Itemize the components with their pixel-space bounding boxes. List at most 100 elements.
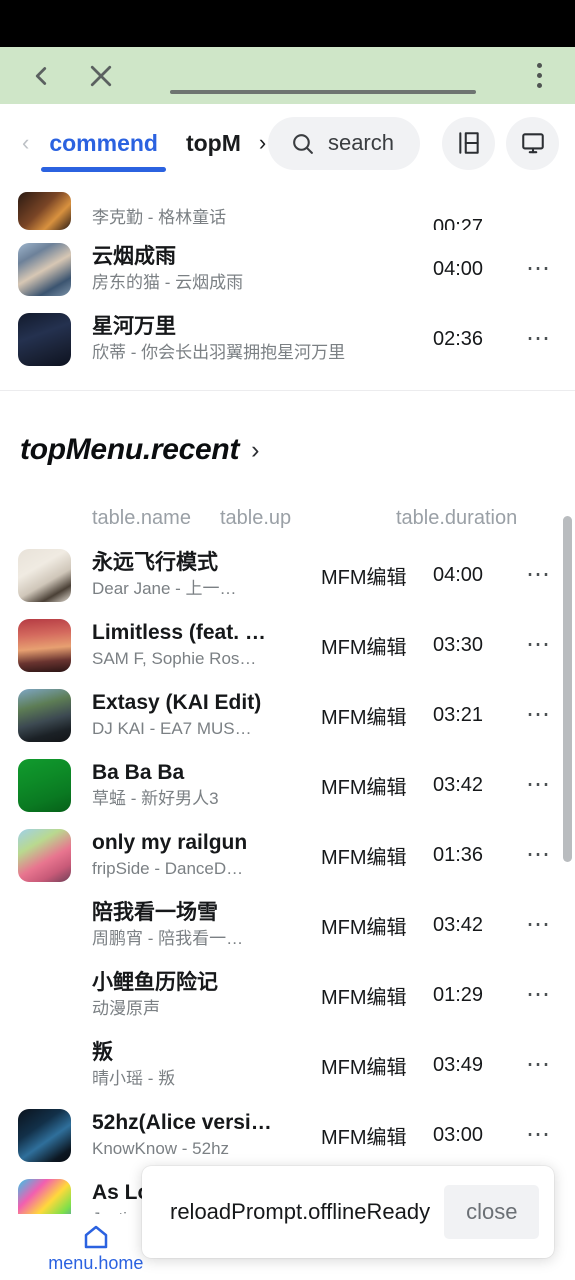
table-row[interactable]: Ba Ba Ba 草蜢 - 新好男人3 MFM编辑 03:42 ⋯ <box>0 750 575 820</box>
album-art <box>18 242 71 296</box>
kebab-dot-icon <box>536 83 542 88</box>
tab-scroll-right-icon[interactable]: › <box>255 130 266 156</box>
recommend-list: 李克勤 - 格林童话 00:27 ⋯ 云烟成雨 房东的猫 - 云烟成雨 04:0… <box>0 182 575 374</box>
row-duration: 03:49 <box>433 1053 484 1076</box>
row-title: 云烟成雨 <box>92 245 176 269</box>
browser-address-bar[interactable] <box>134 49 511 103</box>
row-uploader: MFM编辑 <box>321 706 407 729</box>
panel-layout-button[interactable] <box>442 116 495 170</box>
row-meta: 小鲤鱼历险记 动漫原声 <box>92 969 321 1021</box>
home-icon <box>84 1225 108 1249</box>
tab-recommend[interactable]: commend <box>35 104 172 182</box>
row-duration: 01:36 <box>433 843 484 866</box>
search-icon <box>293 133 313 154</box>
table-row[interactable]: 叛 晴小瑶 - 叛 MFM编辑 03:49 ⋯ <box>0 1030 575 1100</box>
row-title: only my railgun <box>92 831 248 855</box>
row-more-button[interactable]: ⋯ <box>521 633 557 657</box>
row-meta: 陪我看一场雪 周鹏宵 - 陪我看一… <box>92 899 321 951</box>
search-button[interactable]: search <box>267 116 420 170</box>
row-meta: 星河万里 欣蒂 - 你会长出羽翼拥抱星河万里 <box>92 313 433 365</box>
row-duration: 04:00 <box>433 257 484 280</box>
table-row[interactable]: 小鲤鱼历险记 动漫原声 MFM编辑 01:29 ⋯ <box>0 960 575 1030</box>
row-subtitle: 动漫原声 <box>92 998 160 1018</box>
row-uploader: MFM编辑 <box>321 1056 407 1079</box>
row-uploader: MFM编辑 <box>321 846 407 869</box>
row-meta: 52hz(Alice versi… KnowKnow - 52hz <box>92 1109 321 1161</box>
row-more-button[interactable]: ⋯ <box>521 257 557 281</box>
row-more-button[interactable]: ⋯ <box>521 563 557 587</box>
row-meta: Ba Ba Ba 草蜢 - 新好男人3 <box>92 759 321 811</box>
browser-chrome-bar <box>0 47 575 104</box>
row-more-button[interactable]: ⋯ <box>521 843 557 867</box>
address-bar-line <box>169 89 476 94</box>
tab-scroll-left-icon[interactable]: ‹ <box>16 132 35 154</box>
row-duration: 03:00 <box>433 1123 484 1146</box>
row-more-button[interactable]: ⋯ <box>521 1123 557 1147</box>
chevron-right-icon: › <box>251 435 260 464</box>
vertical-scrollbar[interactable] <box>563 516 572 862</box>
row-more-button[interactable]: ⋯ <box>521 1053 557 1077</box>
row-title: 小鲤鱼历险记 <box>92 971 218 995</box>
browser-back-button[interactable] <box>14 49 68 103</box>
row-meta: 云烟成雨 房东的猫 - 云烟成雨 <box>92 243 433 295</box>
table-header-row: table.name table.up table.duration <box>0 467 575 530</box>
table-row[interactable]: 云烟成雨 房东的猫 - 云烟成雨 04:00 ⋯ <box>0 234 575 304</box>
album-art <box>18 969 71 1022</box>
row-more-button[interactable]: ⋯ <box>521 773 557 797</box>
row-title: Ba Ba Ba <box>92 761 185 785</box>
table-row[interactable]: 永远飞行模式 Dear Jane - 上一… MFM编辑 04:00 ⋯ <box>0 540 575 610</box>
row-meta: 永远飞行模式 Dear Jane - 上一… <box>92 549 321 601</box>
row-subtitle: 欣蒂 - 你会长出羽翼拥抱星河万里 <box>92 342 346 362</box>
close-icon <box>90 65 112 86</box>
row-subtitle: SAM F, Sophie Ros… <box>92 648 257 668</box>
row-uploader: MFM编辑 <box>321 986 407 1009</box>
album-art <box>18 312 71 366</box>
row-more-button[interactable]: ⋯ <box>521 327 557 351</box>
panel-layout-icon <box>458 132 479 154</box>
table-row[interactable]: Limitless (feat. … SAM F, Sophie Ros… MF… <box>0 610 575 680</box>
desktop-monitor-icon <box>521 133 544 154</box>
row-uploader: MFM编辑 <box>321 566 407 589</box>
row-duration: 03:42 <box>433 913 484 936</box>
table-row[interactable]: 李克勤 - 格林童话 00:27 ⋯ <box>0 182 575 234</box>
sidebar-item-label: menu.home <box>48 1253 144 1273</box>
table-row[interactable]: only my railgun fripSide - DanceD… MFM编辑… <box>0 820 575 890</box>
browser-menu-button[interactable] <box>517 49 561 103</box>
tab-topmenu[interactable]: topM <box>172 104 255 182</box>
row-more-button[interactable]: ⋯ <box>521 983 557 1007</box>
browser-close-button[interactable] <box>74 49 128 103</box>
chevron-left-icon <box>35 66 47 85</box>
row-duration: 03:30 <box>433 633 484 656</box>
tab-recommend-label: commend <box>49 129 158 156</box>
row-duration: 03:21 <box>433 703 484 726</box>
table-row[interactable]: 52hz(Alice versi… KnowKnow - 52hz MFM编辑 … <box>0 1100 575 1170</box>
row-more-button[interactable]: ⋯ <box>521 913 557 937</box>
album-art <box>18 618 71 672</box>
app-screen: ‹ commend topM › search 李克勤 - 格林童话 00:27… <box>0 0 575 1280</box>
row-uploader: MFM编辑 <box>321 916 407 939</box>
row-title: 52hz(Alice versi… <box>92 1111 272 1135</box>
album-art <box>18 548 71 602</box>
content-scroll-area[interactable]: 李克勤 - 格林童话 00:27 ⋯ 云烟成雨 房东的猫 - 云烟成雨 04:0… <box>0 182 575 1280</box>
recent-section-header[interactable]: topMenu.recent › <box>0 391 575 467</box>
row-meta: Extasy (KAI Edit) DJ KAI - EA7 MUS… <box>92 689 321 741</box>
album-art <box>18 688 71 742</box>
recent-list: 永远飞行模式 Dear Jane - 上一… MFM编辑 04:00 ⋯ Lim… <box>0 540 575 1240</box>
desktop-mode-button[interactable] <box>506 116 559 170</box>
app-tab-bar: ‹ commend topM › search <box>0 104 575 182</box>
row-more-button[interactable]: ⋯ <box>521 703 557 727</box>
row-title: 永远飞行模式 <box>92 551 218 575</box>
column-header-name: table.name <box>92 507 191 529</box>
table-row[interactable]: 陪我看一场雪 周鹏宵 - 陪我看一… MFM编辑 03:42 ⋯ <box>0 890 575 960</box>
status-bar <box>0 0 575 47</box>
album-art <box>18 758 71 812</box>
row-meta: 叛 晴小瑶 - 叛 <box>92 1039 321 1091</box>
kebab-dot-icon <box>536 73 542 78</box>
page-title: topMenu.recent <box>20 433 240 466</box>
row-meta: only my railgun fripSide - DanceD… <box>92 829 321 881</box>
close-button[interactable]: close <box>444 1185 540 1239</box>
table-row[interactable]: 星河万里 欣蒂 - 你会长出羽翼拥抱星河万里 02:36 ⋯ <box>0 304 575 374</box>
tab-topmenu-label: topM <box>185 129 241 156</box>
table-row[interactable]: Extasy (KAI Edit) DJ KAI - EA7 MUS… MFM编… <box>0 680 575 750</box>
row-uploader: MFM编辑 <box>321 1126 407 1149</box>
